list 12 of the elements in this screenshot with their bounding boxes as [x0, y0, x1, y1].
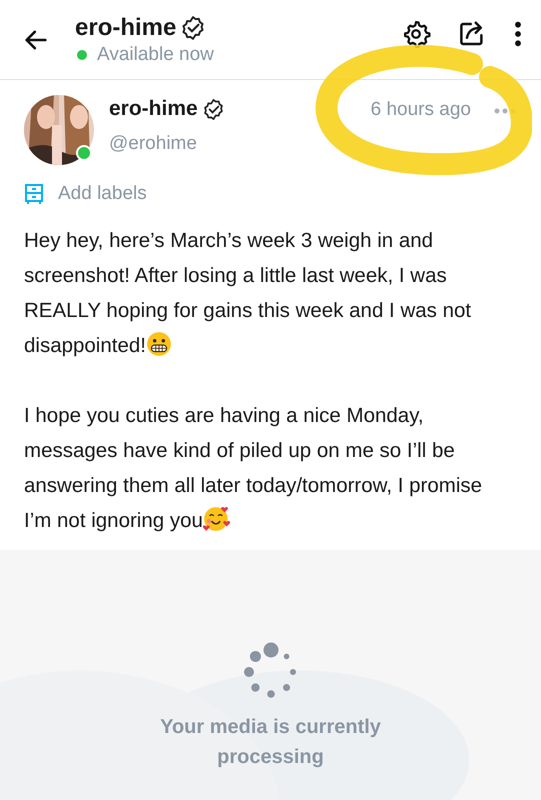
post-time: 6 hours ago	[370, 99, 471, 121]
author-name[interactable]: ero-hime	[109, 97, 198, 121]
profile-name: ero-hime	[75, 14, 176, 42]
author-handle[interactable]: @erohime	[109, 133, 371, 155]
grimacing-face-icon	[146, 331, 172, 357]
post-text: Hey hey, here’s March’s week 3 weigh in and screenshot! After losing a little last week, I was REALLY hoping for gains this week and I was not disappointed!	[24, 228, 472, 359]
post-text: I hope you cuties are having a nice Monday, messages have kind of piled up on me so I’ll be answering them all later today/tomorrow, I promise I’m not ignoring you	[24, 403, 484, 534]
add-labels-link[interactable]: Add labels	[58, 183, 147, 205]
smiling-face-hearts-icon	[202, 506, 231, 532]
processing-message: Your media is currently processing	[159, 715, 382, 770]
more-options-icon[interactable]	[513, 20, 523, 48]
availability-status: Available now	[97, 44, 214, 66]
